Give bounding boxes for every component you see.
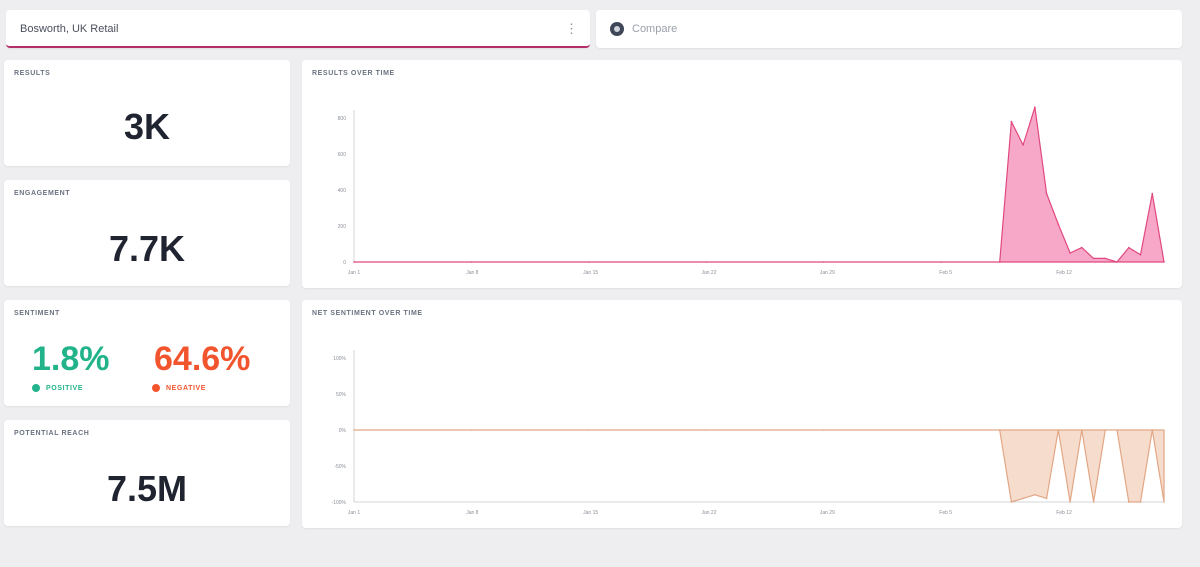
kebab-menu-icon[interactable]: ⋮ <box>565 21 578 37</box>
sentiment-chart-data-point <box>470 429 473 431</box>
results-chart-y-tick: 600 <box>338 152 347 158</box>
sentiment-chart-y-tick: 0% <box>339 428 347 434</box>
negative-dot-icon <box>152 384 160 392</box>
results-chart-data-point <box>1092 257 1095 260</box>
results-chart-x-tick: Jan 22 <box>701 270 716 276</box>
results-over-time-chart: 800 600 400 200 0Jan 1 Jan 8 Jan 15 Jan 22 Jan 2… <box>338 106 1165 276</box>
sentiment-chart-data-point <box>1151 429 1154 431</box>
sentiment-chart-x-tick: Feb 12 <box>1056 510 1072 516</box>
results-chart-y-tick: 200 <box>338 224 347 230</box>
engagement-value: 7.7K <box>108 228 186 269</box>
results-value: 3K <box>123 106 171 147</box>
engagement-card: ENGAGEMENT 7.7K <box>4 180 290 286</box>
reach-card: POTENTIAL REACH 7.5M <box>4 420 290 526</box>
results-chart-data-point <box>1151 192 1154 195</box>
sentiment-chart-data-point <box>1022 497 1024 500</box>
positive-legend: POSITIVE <box>32 384 83 392</box>
sentiment-label: SENTIMENT <box>14 310 60 317</box>
sentiment-chart-card: NET SENTIMENT OVER TIME 100% 50% 0% -50% -10… <box>302 300 1182 528</box>
reach-value: 7.5M <box>106 468 188 509</box>
results-chart-data-point <box>1057 223 1060 225</box>
results-chart-data-point <box>1022 144 1024 146</box>
sentiment-chart-data-point <box>940 429 942 431</box>
compare-bar[interactable]: Compare <box>596 10 1182 48</box>
sentiment-chart-y-tick: 100% <box>333 356 346 362</box>
results-chart-area-series <box>353 106 1165 263</box>
sentiment-chart-y-tick: -50% <box>334 464 346 470</box>
sentiment-chart-x-tick: Feb 5 <box>939 510 952 516</box>
search-bar[interactable]: Bosworth, UK Retail ⋮ <box>6 10 590 48</box>
sentiment-chart-y-tick: -100% <box>332 500 347 506</box>
sentiment-chart-x-tick: Jan 8 <box>466 510 478 516</box>
results-chart-y-tick: 800 <box>338 116 347 122</box>
sentiment-chart-data-point <box>1139 501 1142 503</box>
results-chart-x-tick: Jan 29 <box>820 270 835 276</box>
results-chart-y-tick: 0 <box>343 260 346 266</box>
results-chart-x-tick: Jan 1 <box>348 270 360 276</box>
sentiment-chart-x-tick: Jan 1 <box>348 510 360 516</box>
results-chart-data-point <box>705 261 707 263</box>
results-chart-data-point <box>587 261 590 263</box>
sentiment-chart-data-point <box>705 429 707 431</box>
sentiment-chart-data-point <box>1081 429 1083 431</box>
reach-label: POTENTIAL REACH <box>14 430 90 437</box>
compare-label: Compare <box>632 23 678 35</box>
results-chart-y-tick: 400 <box>338 188 347 194</box>
negative-value: 64.6% <box>154 340 251 378</box>
net-sentiment-over-time-chart: 100% 50% 0% -50% -100%Jan 1 Jan 8 Jan 15 Jan 22… <box>332 350 1165 516</box>
sentiment-chart-data-point <box>1116 429 1118 431</box>
results-chart-data-point <box>940 261 942 263</box>
results-chart-data-point <box>1139 254 1142 256</box>
sentiment-chart-x-tick: Jan 22 <box>701 510 716 516</box>
compare-icon <box>610 22 624 36</box>
results-chart-data-point <box>470 261 473 263</box>
sentiment-chart-y-tick: 50% <box>336 392 347 398</box>
positive-legend-label: POSITIVE <box>46 384 84 392</box>
results-chart-data-point <box>822 261 825 263</box>
sentiment-card: SENTIMENT 1.8% 64.6% POSITIVE NEGATIVE <box>4 300 290 406</box>
negative-legend: NEGATIVE <box>152 384 206 392</box>
search-input[interactable]: Bosworth, UK Retail <box>20 23 118 35</box>
results-chart-data-point <box>1069 252 1071 254</box>
results-chart-data-point <box>1116 261 1118 263</box>
results-chart-data-point <box>1045 192 1048 195</box>
results-label: RESULTS <box>14 70 51 77</box>
sentiment-chart-data-point <box>998 429 1001 431</box>
results-chart-data-point <box>1163 261 1165 263</box>
sentiment-chart-data-point <box>1069 501 1071 503</box>
positive-value: 1.8% <box>32 340 110 378</box>
results-chart-data-point <box>998 261 1001 263</box>
results-chart-data-point <box>1081 246 1083 249</box>
positive-dot-icon <box>32 384 40 392</box>
sentiment-chart-data-point <box>1092 501 1095 503</box>
results-chart-data-point <box>1010 120 1013 123</box>
sentiment-chart-data-point <box>587 429 590 431</box>
sentiment-chart-x-tick: Jan 15 <box>583 510 598 516</box>
sentiment-chart-data-point <box>1010 501 1013 503</box>
sentiment-chart-data-point <box>1104 429 1107 431</box>
engagement-label: ENGAGEMENT <box>14 190 71 197</box>
sentiment-chart-data-point <box>353 429 355 431</box>
negative-legend-label: NEGATIVE <box>166 384 207 392</box>
results-card: RESULTS 3K <box>4 60 290 166</box>
results-chart-data-point <box>1104 257 1107 260</box>
results-chart-card: RESULTS OVER TIME 800 600 400 200 0 Jan 1 Jan … <box>302 60 1182 288</box>
results-chart-data-point <box>1034 106 1036 108</box>
sentiment-chart-x-tick: Jan 29 <box>820 510 835 516</box>
sentiment-chart-data-point <box>1045 497 1048 500</box>
results-chart-x-tick: Feb 5 <box>939 270 952 276</box>
results-chart-x-tick: Jan 8 <box>466 270 478 276</box>
sentiment-chart-area-series <box>353 429 1165 503</box>
sentiment-chart-data-point <box>1163 501 1165 503</box>
results-chart-x-tick: Feb 12 <box>1056 270 1072 276</box>
sentiment-chart-data-point <box>1127 501 1130 503</box>
sentiment-chart-data-point <box>1057 429 1060 431</box>
sentiment-chart-data-point <box>1034 494 1036 496</box>
sentiment-chart-data-point <box>822 429 825 431</box>
results-chart-data-point <box>353 261 355 263</box>
results-chart-data-point <box>1127 246 1130 249</box>
results-chart-x-tick: Jan 15 <box>583 270 598 276</box>
